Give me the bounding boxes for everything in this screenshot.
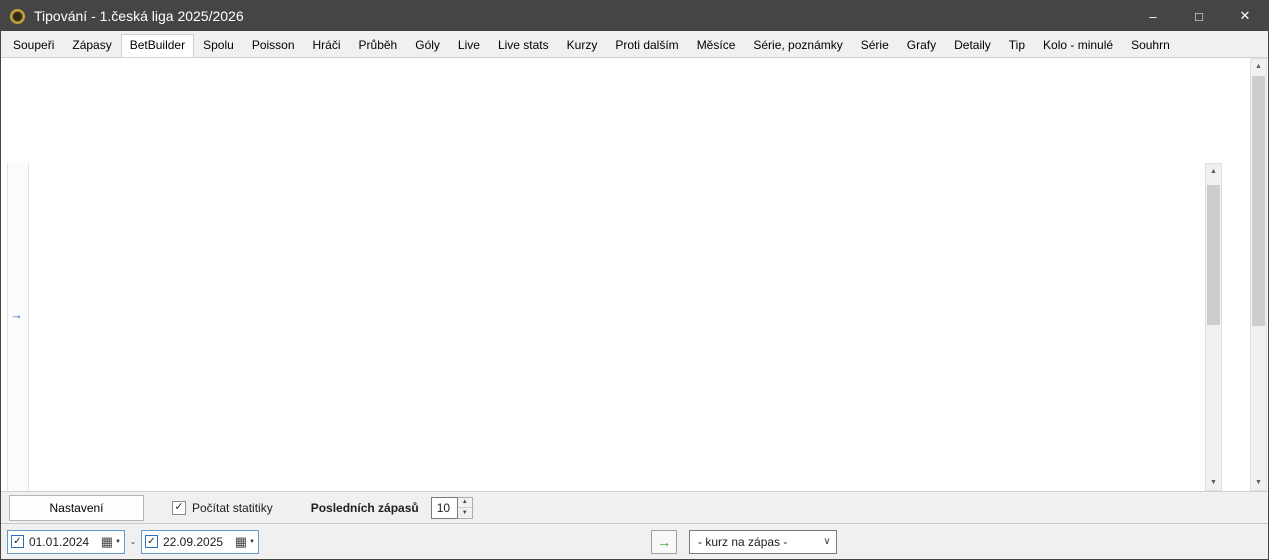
date-to-value[interactable]: 22.09.2025 <box>163 535 230 549</box>
tab-proti-dalším[interactable]: Proti dalším <box>606 34 687 57</box>
window-controls: – □ ✕ <box>1130 1 1268 31</box>
current-row-arrow-icon: → <box>10 307 23 322</box>
chevron-down-icon: ∨ <box>818 536 836 547</box>
last-matches-label: Posledních zápasů <box>311 501 419 515</box>
date-to-picker[interactable]: ✓ 22.09.2025 ▦ ▼ <box>141 530 259 554</box>
statistics-grid-area: → ▲ ▼ ▲ ▼ <box>1 58 1268 491</box>
tab-live[interactable]: Live <box>449 34 489 57</box>
chevron-down-icon: ▼ <box>115 539 121 545</box>
outer-vertical-scrollbar[interactable]: ▲ ▼ <box>1250 58 1267 491</box>
scroll-down-icon[interactable]: ▼ <box>1251 475 1266 490</box>
tab-tip[interactable]: Tip <box>1000 34 1034 57</box>
tab-souhrn[interactable]: Souhrn <box>1122 34 1179 57</box>
inner-vertical-scrollbar[interactable]: ▲ ▼ <box>1205 163 1222 491</box>
settings-button[interactable]: Nastavení <box>9 495 144 521</box>
tab-spolu[interactable]: Spolu <box>194 34 243 57</box>
tab-live-stats[interactable]: Live stats <box>489 34 558 57</box>
tab-betbuilder[interactable]: BetBuilder <box>121 34 194 58</box>
calendar-icon: ▦ <box>101 535 113 548</box>
window-title: Tipování - 1.česká liga 2025/2026 <box>34 8 244 24</box>
tab-g-ly[interactable]: Góly <box>406 34 449 57</box>
last-matches-value[interactable]: 10 <box>431 497 458 519</box>
outer-scroll-track[interactable] <box>1251 74 1266 475</box>
tab-kolo-minulé[interactable]: Kolo - minulé <box>1034 34 1122 57</box>
bottom-toolbar: ✓ 01.01.2024 ▦ ▼ - ✓ 22.09.2025 ▦ ▼ → - … <box>1 523 1268 559</box>
tab-soupeři[interactable]: Soupeři <box>4 34 63 57</box>
date-from-calendar-button[interactable]: ▦ ▼ <box>101 535 121 548</box>
close-button[interactable]: ✕ <box>1222 1 1268 31</box>
date-from-value[interactable]: 01.01.2024 <box>29 535 96 549</box>
outer-scroll-thumb[interactable] <box>1252 76 1265 326</box>
scroll-up-icon[interactable]: ▲ <box>1206 164 1221 179</box>
scroll-down-icon[interactable]: ▼ <box>1206 475 1221 490</box>
inner-scroll-track[interactable] <box>1206 179 1221 475</box>
tab-průběh[interactable]: Průběh <box>350 34 407 57</box>
inner-scroll-thumb[interactable] <box>1207 185 1220 325</box>
compute-statistics-checkbox[interactable]: ✓ <box>172 501 186 515</box>
app-window: Tipování - 1.česká liga 2025/2026 – □ ✕ … <box>0 0 1269 560</box>
tab-zápasy[interactable]: Zápasy <box>63 34 120 57</box>
tab-měsíce[interactable]: Měsíce <box>688 34 745 57</box>
app-icon <box>10 9 25 24</box>
tab-poisson[interactable]: Poisson <box>243 34 304 57</box>
odds-mode-value: - kurz na zápas - <box>690 535 818 549</box>
tab-grafy[interactable]: Grafy <box>898 34 945 57</box>
last-matches-stepper: 10 ▲ ▼ <box>431 497 473 519</box>
titlebar: Tipování - 1.česká liga 2025/2026 – □ ✕ <box>1 1 1268 31</box>
tab-série-poznámky[interactable]: Série, poznámky <box>744 34 851 57</box>
odds-mode-select[interactable]: - kurz na zápas - ∨ <box>689 530 837 554</box>
minimize-button[interactable]: – <box>1130 1 1176 31</box>
green-arrow-icon: → <box>657 534 671 550</box>
date-range-separator: - <box>131 535 135 549</box>
outer-indicator-column <box>7 163 29 491</box>
stepper-up-icon[interactable]: ▲ <box>458 498 472 509</box>
scroll-up-icon[interactable]: ▲ <box>1251 59 1266 74</box>
tab-kurzy[interactable]: Kurzy <box>558 34 607 57</box>
date-from-picker[interactable]: ✓ 01.01.2024 ▦ ▼ <box>7 530 125 554</box>
date-to-checkbox[interactable]: ✓ <box>145 535 158 548</box>
tab-bar: SoupeřiZápasyBetBuilderSpoluPoissonHráči… <box>1 31 1268 58</box>
compute-statistics-label: Počítat statitiky <box>192 501 273 515</box>
date-from-checkbox[interactable]: ✓ <box>11 535 24 548</box>
tab-detaily[interactable]: Detaily <box>945 34 1000 57</box>
tab-hráči[interactable]: Hráči <box>304 34 350 57</box>
calendar-icon: ▦ <box>235 535 247 548</box>
settings-panel: Nastavení ✓ Počítat statitiky Posledních… <box>1 491 1268 523</box>
date-to-calendar-button[interactable]: ▦ ▼ <box>235 535 255 548</box>
tab-série[interactable]: Série <box>852 34 898 57</box>
maximize-button[interactable]: □ <box>1176 1 1222 31</box>
send-to-ticket-button[interactable]: → <box>651 530 677 554</box>
stepper-down-icon[interactable]: ▼ <box>458 508 472 518</box>
chevron-down-icon: ▼ <box>249 539 255 545</box>
